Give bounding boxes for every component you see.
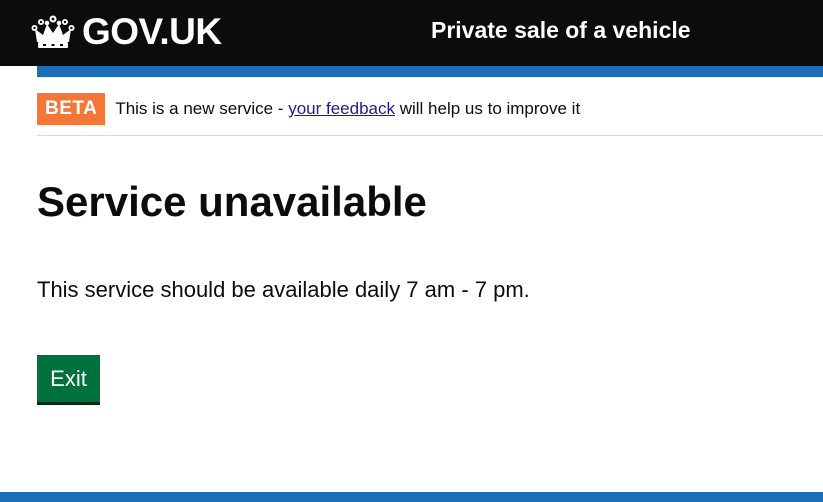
page-title: Service unavailable: [37, 178, 427, 225]
site-header: GOV.UK Private sale of a vehicle: [0, 0, 823, 66]
crown-icon: [31, 15, 75, 48]
phase-banner-text: This is a new service - your feedback wi…: [115, 99, 580, 119]
phase-text-before: This is a new service -: [115, 99, 289, 118]
availability-text: This service should be available daily 7…: [37, 277, 530, 302]
phase-text-after: will help us to improve it: [395, 99, 581, 118]
phase-banner-divider: [37, 135, 823, 136]
phase-banner: BETA This is a new service - your feedba…: [37, 93, 580, 125]
footer-blue-bar: [0, 492, 823, 502]
header-blue-bar: [37, 66, 823, 77]
exit-button[interactable]: Exit: [37, 355, 100, 402]
feedback-link[interactable]: your feedback: [288, 99, 395, 118]
govuk-logo-link[interactable]: GOV.UK: [31, 12, 222, 52]
logo-text: GOV.UK: [82, 11, 222, 52]
beta-tag: BETA: [37, 93, 106, 125]
service-name-link[interactable]: Private sale of a vehicle: [431, 15, 691, 45]
